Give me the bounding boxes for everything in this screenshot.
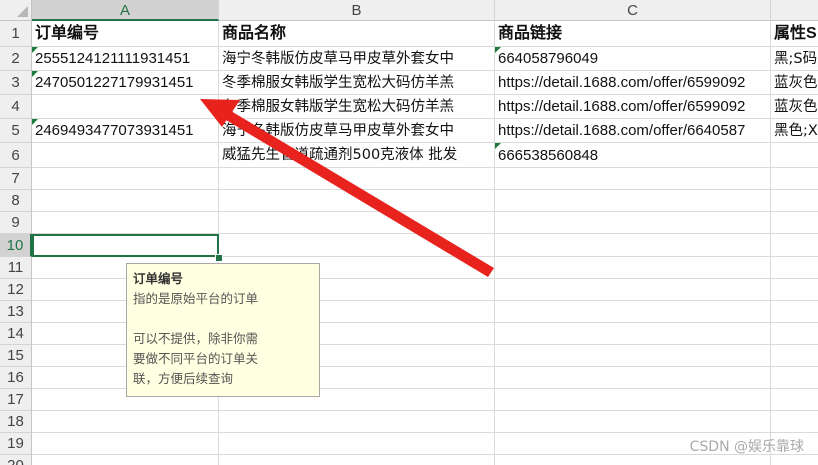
watermark: CSDN @娱乐靠球 <box>689 439 804 455</box>
annotation-arrow <box>200 99 494 277</box>
arrow-shaft <box>226 111 494 277</box>
spreadsheet: A B C 1 2 3 4 5 6 7 8 9 10 11 12 13 14 1… <box>0 0 818 465</box>
